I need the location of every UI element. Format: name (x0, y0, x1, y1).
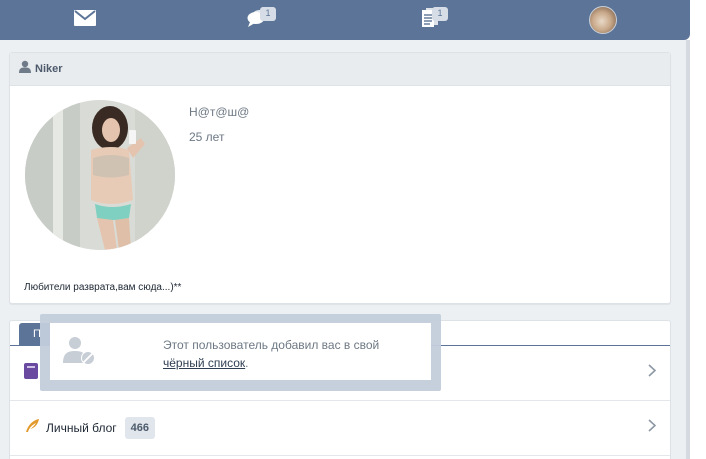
blog-count-badge: 466 (124, 417, 155, 439)
blacklist-notice-text: Этот пользователь добавил вас в свой чёр… (163, 336, 423, 372)
messages-button[interactable]: 1 (228, 0, 288, 40)
avatar (589, 6, 617, 34)
notifications-button[interactable]: 1 (401, 0, 461, 40)
blacklist-link[interactable]: чёрный список (163, 356, 245, 370)
user-icon (19, 60, 31, 78)
mail-button[interactable] (55, 0, 115, 40)
blocked-user-icon (62, 335, 98, 372)
profile-avatar-button[interactable] (573, 0, 633, 40)
blacklist-notice-message: Этот пользователь добавил вас в свой (163, 338, 380, 352)
notifications-badge: 1 (432, 7, 448, 21)
profile-name: Н@т@ш@ (189, 105, 250, 119)
profile-status: Любители разврата,вам сюда...)** (24, 282, 182, 293)
profile-card-header: Niker (10, 53, 670, 86)
profile-age: 25 лет (189, 130, 225, 144)
profile-login: Niker (35, 63, 63, 75)
book-icon (24, 362, 38, 384)
blacklist-notice: Этот пользователь добавил вас в свой чёр… (50, 323, 431, 380)
messages-badge: 1 (260, 7, 276, 21)
profile-photo[interactable] (25, 100, 175, 250)
top-navigation-bar: 1 1 (0, 0, 690, 40)
chevron-right-icon (648, 419, 657, 437)
profile-card: Niker Н@т@ш@ 25 лет Любители разврата,ва… (9, 52, 671, 304)
blog-label: Личный блог (46, 421, 117, 435)
chevron-right-icon (648, 364, 657, 382)
feather-icon (24, 418, 40, 439)
scrollbar[interactable] (686, 40, 690, 459)
envelope-icon (74, 9, 96, 31)
page: 1 1 Niker Н@т@ш@ 25 лет Любители разврат… (0, 0, 706, 459)
blacklist-notice-period: . (245, 356, 249, 370)
content-area: Niker Н@т@ш@ 25 лет Любители разврата,ва… (0, 40, 690, 459)
section-row-blog[interactable]: Личный блог 466 (10, 401, 670, 456)
